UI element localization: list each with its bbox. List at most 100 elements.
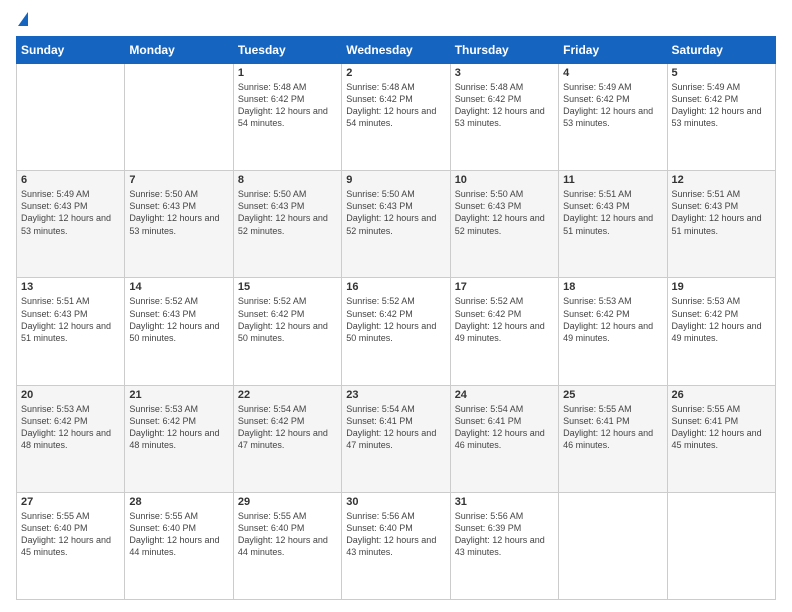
day-info: Sunrise: 5:52 AMSunset: 6:42 PMDaylight:…	[238, 295, 337, 344]
day-number: 20	[21, 389, 120, 401]
calendar-cell: 18Sunrise: 5:53 AMSunset: 6:42 PMDayligh…	[559, 278, 667, 385]
calendar-cell: 20 Sunrise: 5:53 AMSunset: 6:42 PMDayligh…	[17, 385, 125, 492]
day-info: Sunrise: 5:52 AMSunset: 6:43 PMDaylight:…	[129, 295, 228, 344]
calendar-week-row: 27 Sunrise: 5:55 AMSunset: 6:40 PMDayligh…	[17, 492, 776, 599]
calendar-cell: 10 Sunrise: 5:50 AMSunset: 6:43 PMDayligh…	[450, 171, 558, 278]
calendar-cell: 5 Sunrise: 5:49 AMSunset: 6:42 PMDaylight…	[667, 64, 775, 171]
calendar-cell: 15 Sunrise: 5:52 AMSunset: 6:42 PMDayligh…	[233, 278, 341, 385]
calendar-cell: 31Sunrise: 5:56 AMSunset: 6:39 PMDayligh…	[450, 492, 558, 599]
day-number: 3	[455, 67, 554, 79]
day-number: 11	[563, 174, 662, 186]
day-info: Sunrise: 5:50 AMSunset: 6:43 PMDaylight:…	[346, 188, 445, 237]
day-info: Sunrise: 5:51 AMSunset: 6:43 PMDaylight:…	[563, 188, 662, 237]
day-info: Sunrise: 5:53 AMSunset: 6:42 PMDaylight:…	[21, 403, 120, 452]
calendar-day-header: Saturday	[667, 37, 775, 64]
day-info: Sunrise: 5:54 AMSunset: 6:41 PMDaylight:…	[346, 403, 445, 452]
day-info: Sunrise: 5:50 AMSunset: 6:43 PMDaylight:…	[129, 188, 228, 237]
day-number: 5	[672, 67, 771, 79]
calendar-cell: 27 Sunrise: 5:55 AMSunset: 6:40 PMDayligh…	[17, 492, 125, 599]
calendar-day-header: Tuesday	[233, 37, 341, 64]
day-number: 21	[129, 389, 228, 401]
day-number: 4	[563, 67, 662, 79]
day-number: 13	[21, 281, 120, 293]
calendar-week-row: 20 Sunrise: 5:53 AMSunset: 6:42 PMDayligh…	[17, 385, 776, 492]
calendar-cell: 26 Sunrise: 5:55 AMSunset: 6:41 PMDayligh…	[667, 385, 775, 492]
day-number: 25	[563, 389, 662, 401]
day-info: Sunrise: 5:54 AMSunset: 6:41 PMDaylight:…	[455, 403, 554, 452]
day-info: Sunrise: 5:55 AMSunset: 6:41 PMDaylight:…	[672, 403, 771, 452]
day-number: 9	[346, 174, 445, 186]
day-number: 27	[21, 496, 120, 508]
day-info: Sunrise: 5:52 AMSunset: 6:42 PMDaylight:…	[455, 295, 554, 344]
day-number: 19	[672, 281, 771, 293]
calendar-day-header: Wednesday	[342, 37, 450, 64]
day-info: Sunrise: 5:55 AMSunset: 6:41 PMDaylight:…	[563, 403, 662, 452]
calendar-week-row: 6Sunrise: 5:49 AMSunset: 6:43 PMDaylight…	[17, 171, 776, 278]
calendar-cell: 14 Sunrise: 5:52 AMSunset: 6:43 PMDayligh…	[125, 278, 233, 385]
day-info: Sunrise: 5:51 AMSunset: 6:43 PMDaylight:…	[21, 295, 120, 344]
day-info: Sunrise: 5:49 AMSunset: 6:42 PMDaylight:…	[672, 81, 771, 130]
header	[16, 12, 776, 28]
calendar-week-row: 1Sunrise: 5:48 AMSunset: 6:42 PMDaylight…	[17, 64, 776, 171]
page: SundayMondayTuesdayWednesdayThursdayFrid…	[0, 0, 792, 612]
calendar-cell: 13 Sunrise: 5:51 AMSunset: 6:43 PMDayligh…	[17, 278, 125, 385]
calendar-cell	[17, 64, 125, 171]
calendar-cell: 6Sunrise: 5:49 AMSunset: 6:43 PMDaylight…	[17, 171, 125, 278]
calendar-cell: 9 Sunrise: 5:50 AMSunset: 6:43 PMDaylight…	[342, 171, 450, 278]
calendar-cell: 21 Sunrise: 5:53 AMSunset: 6:42 PMDayligh…	[125, 385, 233, 492]
day-number: 31	[455, 496, 554, 508]
day-info: Sunrise: 5:54 AMSunset: 6:42 PMDaylight:…	[238, 403, 337, 452]
day-number: 2	[346, 67, 445, 79]
calendar-cell: 16 Sunrise: 5:52 AMSunset: 6:42 PMDayligh…	[342, 278, 450, 385]
day-info: Sunrise: 5:53 AMSunset: 6:42 PMDaylight:…	[563, 295, 662, 344]
calendar-cell: 28 Sunrise: 5:55 AMSunset: 6:40 PMDayligh…	[125, 492, 233, 599]
day-info: Sunrise: 5:53 AMSunset: 6:42 PMDaylight:…	[672, 295, 771, 344]
day-number: 22	[238, 389, 337, 401]
calendar-cell: 25 Sunrise: 5:55 AMSunset: 6:41 PMDayligh…	[559, 385, 667, 492]
day-info: Sunrise: 5:50 AMSunset: 6:43 PMDaylight:…	[238, 188, 337, 237]
day-number: 16	[346, 281, 445, 293]
calendar-cell: 7 Sunrise: 5:50 AMSunset: 6:43 PMDaylight…	[125, 171, 233, 278]
day-number: 14	[129, 281, 228, 293]
logo-triangle-icon	[18, 12, 28, 26]
calendar-week-row: 13 Sunrise: 5:51 AMSunset: 6:43 PMDayligh…	[17, 278, 776, 385]
calendar-cell: 19 Sunrise: 5:53 AMSunset: 6:42 PMDayligh…	[667, 278, 775, 385]
calendar-cell: 3Sunrise: 5:48 AMSunset: 6:42 PMDaylight…	[450, 64, 558, 171]
day-number: 17	[455, 281, 554, 293]
day-info: Sunrise: 5:50 AMSunset: 6:43 PMDaylight:…	[455, 188, 554, 237]
day-info: Sunrise: 5:53 AMSunset: 6:42 PMDaylight:…	[129, 403, 228, 452]
day-info: Sunrise: 5:55 AMSunset: 6:40 PMDaylight:…	[129, 510, 228, 559]
day-number: 24	[455, 389, 554, 401]
calendar-cell: 17 Sunrise: 5:52 AMSunset: 6:42 PMDayligh…	[450, 278, 558, 385]
calendar-day-header: Monday	[125, 37, 233, 64]
calendar-cell: 1Sunrise: 5:48 AMSunset: 6:42 PMDaylight…	[233, 64, 341, 171]
calendar-cell	[559, 492, 667, 599]
calendar-cell: 23 Sunrise: 5:54 AMSunset: 6:41 PMDayligh…	[342, 385, 450, 492]
calendar-cell: 4Sunrise: 5:49 AMSunset: 6:42 PMDaylight…	[559, 64, 667, 171]
calendar-table: SundayMondayTuesdayWednesdayThursdayFrid…	[16, 36, 776, 600]
day-number: 15	[238, 281, 337, 293]
calendar-header-row: SundayMondayTuesdayWednesdayThursdayFrid…	[17, 37, 776, 64]
day-info: Sunrise: 5:48 AMSunset: 6:42 PMDaylight:…	[238, 81, 337, 130]
day-number: 23	[346, 389, 445, 401]
day-info: Sunrise: 5:55 AMSunset: 6:40 PMDaylight:…	[21, 510, 120, 559]
calendar-cell: 30Sunrise: 5:56 AMSunset: 6:40 PMDayligh…	[342, 492, 450, 599]
logo	[16, 12, 28, 28]
calendar-cell	[125, 64, 233, 171]
calendar-cell	[667, 492, 775, 599]
calendar-cell: 29Sunrise: 5:55 AMSunset: 6:40 PMDayligh…	[233, 492, 341, 599]
day-number: 10	[455, 174, 554, 186]
calendar-day-header: Sunday	[17, 37, 125, 64]
calendar-day-header: Friday	[559, 37, 667, 64]
day-info: Sunrise: 5:52 AMSunset: 6:42 PMDaylight:…	[346, 295, 445, 344]
day-number: 28	[129, 496, 228, 508]
day-number: 8	[238, 174, 337, 186]
day-info: Sunrise: 5:49 AMSunset: 6:43 PMDaylight:…	[21, 188, 120, 237]
day-number: 7	[129, 174, 228, 186]
day-info: Sunrise: 5:48 AMSunset: 6:42 PMDaylight:…	[346, 81, 445, 130]
calendar-cell: 2 Sunrise: 5:48 AMSunset: 6:42 PMDaylight…	[342, 64, 450, 171]
calendar-cell: 8 Sunrise: 5:50 AMSunset: 6:43 PMDaylight…	[233, 171, 341, 278]
day-number: 30	[346, 496, 445, 508]
calendar-cell: 22 Sunrise: 5:54 AMSunset: 6:42 PMDayligh…	[233, 385, 341, 492]
day-number: 26	[672, 389, 771, 401]
